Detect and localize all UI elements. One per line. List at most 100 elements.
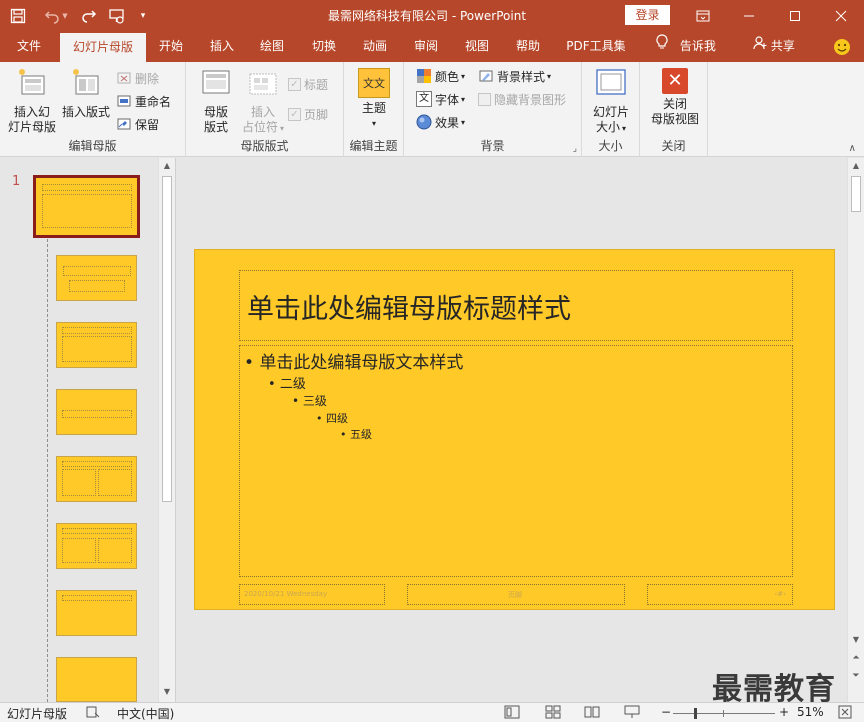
- bullet-level-2: • 二级: [268, 377, 306, 392]
- theme-icon: 文文: [358, 68, 390, 98]
- ribbon-display-options-button[interactable]: [680, 0, 726, 31]
- save-button[interactable]: [0, 0, 36, 31]
- thumb-scroll-up-icon[interactable]: ▲: [159, 158, 175, 174]
- normal-view-button[interactable]: [504, 705, 520, 722]
- start-from-beginning-button[interactable]: [102, 0, 132, 31]
- zoom-slider-thumb[interactable]: [694, 708, 697, 719]
- slide-sorter-button[interactable]: [545, 705, 561, 722]
- slide-number-placeholder[interactable]: ‹#›: [647, 584, 793, 605]
- zoom-out-button[interactable]: −: [661, 705, 671, 719]
- insert-slide-master-button[interactable]: 插入幻 灯片母版: [6, 68, 58, 135]
- preserve-label: 保留: [135, 117, 160, 132]
- reading-view-icon: [584, 706, 600, 718]
- colors-palette-icon: [417, 69, 431, 83]
- previous-slide-icon[interactable]: ⏶: [848, 650, 864, 666]
- date-placeholder[interactable]: 2020/10/21 Wednesday: [239, 584, 385, 605]
- hide-background-graphics-checkbox[interactable]: 隐藏背景图形: [478, 89, 566, 109]
- undo-dropdown-icon[interactable]: ▼: [62, 12, 67, 20]
- group-label-background: 背景: [480, 139, 505, 153]
- slide-size-label: 幻灯片 大小 ▾: [592, 105, 629, 134]
- editor-scrollbar[interactable]: ▲ ▼ ⏶ ⏷: [847, 158, 864, 702]
- customize-qat-icon: ▾: [140, 10, 146, 21]
- zoom-slider[interactable]: [673, 708, 775, 719]
- insert-layout-button[interactable]: 插入版式: [60, 68, 112, 120]
- login-button[interactable]: 登录: [625, 5, 670, 25]
- share-person-icon: [753, 31, 767, 62]
- thumb-scroll-down-icon[interactable]: ▼: [159, 684, 175, 700]
- editor-scroll-handle[interactable]: [851, 176, 861, 212]
- editor-scroll-down-icon[interactable]: ▼: [848, 632, 864, 648]
- undo-button[interactable]: ▼: [36, 0, 76, 31]
- tab-draw[interactable]: 绘图: [251, 31, 293, 62]
- feedback-button[interactable]: [830, 31, 854, 62]
- accessibility-icon[interactable]: [86, 705, 100, 722]
- status-language[interactable]: 中文(中国): [117, 705, 174, 722]
- close-button[interactable]: [818, 0, 864, 31]
- delete-button[interactable]: 删除: [116, 68, 159, 88]
- tab-help[interactable]: 帮助: [507, 31, 549, 62]
- thumb-scroll-handle[interactable]: [162, 176, 172, 502]
- group-label-edit-master: 编辑母版: [68, 139, 117, 153]
- rename-button[interactable]: 重命名: [116, 91, 171, 111]
- thumbnail-scrollbar[interactable]: ▲ ▼: [158, 158, 175, 702]
- background-styles-button[interactable]: 背景样式 ▾: [478, 66, 551, 86]
- layout-thumbnail-3[interactable]: [56, 389, 137, 435]
- slide-master-canvas[interactable]: 单击此处编辑母版标题样式 • 单击此处编辑母版文本样式 • 二级 • 三级 • …: [194, 249, 835, 610]
- tab-pdf-tools[interactable]: PDF工具集: [560, 31, 632, 62]
- tab-file[interactable]: 文件: [8, 31, 50, 62]
- tab-review[interactable]: 审阅: [405, 31, 447, 62]
- layout-thumbnail-7[interactable]: [56, 657, 137, 702]
- body-placeholder[interactable]: • 单击此处编辑母版文本样式 • 二级 • 三级 • 四级 • 五级: [239, 345, 793, 577]
- footer-checkbox[interactable]: ✓ 页脚: [288, 104, 328, 124]
- master-layout-button[interactable]: 母版 版式: [194, 68, 238, 135]
- redo-button[interactable]: [76, 0, 102, 31]
- insert-placeholder-button[interactable]: 插入 占位符 ▾: [238, 68, 288, 136]
- group-edit-theme: 文文 主题 ▾ 编辑主题: [344, 62, 404, 157]
- slideshow-view-button[interactable]: [624, 705, 640, 722]
- maximize-button[interactable]: [772, 0, 818, 31]
- effects-button[interactable]: 效果 ▾: [416, 112, 465, 132]
- group-size: 幻灯片 大小 ▾ 大小: [582, 62, 640, 157]
- redo-icon: [82, 9, 97, 23]
- tell-me-search[interactable]: 告诉我: [650, 31, 722, 62]
- layout-thumbnail-5[interactable]: [56, 523, 137, 569]
- colors-button[interactable]: 颜色 ▾: [416, 66, 465, 86]
- layout-thumbnail-4[interactable]: [56, 456, 137, 502]
- tab-home[interactable]: 开始: [150, 31, 192, 62]
- fonts-button[interactable]: 文 字体 ▾: [416, 89, 465, 109]
- window-title: 最需网络科技有限公司 - PowerPoint: [328, 9, 527, 23]
- share-button[interactable]: 共享: [748, 31, 800, 62]
- layout-thumbnail-2[interactable]: [56, 322, 137, 368]
- group-label-size: 大小: [598, 139, 623, 153]
- fit-slide-button[interactable]: [838, 705, 852, 722]
- layout-thumbnail-6[interactable]: [56, 590, 137, 636]
- group-label-close: 关闭: [661, 139, 686, 153]
- footer-placeholder[interactable]: 页脚: [407, 584, 625, 605]
- format-background-launcher-icon[interactable]: ⌟: [573, 144, 577, 154]
- layout-thumbnail-1[interactable]: [56, 255, 137, 301]
- zoom-level[interactable]: 51%: [797, 705, 824, 719]
- master-thumbnail[interactable]: [33, 175, 140, 238]
- insert-layout-label: 插入版式: [61, 105, 110, 119]
- preserve-button[interactable]: 保留: [116, 114, 159, 134]
- close-master-view-button[interactable]: ✕ 关闭 母版视图: [646, 68, 704, 127]
- collapse-ribbon-icon[interactable]: ∧: [849, 143, 856, 154]
- bullet-level-3: • 三级: [292, 394, 327, 408]
- title-checkbox[interactable]: ✓ 标题: [288, 74, 328, 94]
- smiley-icon: [834, 38, 850, 55]
- tab-animations[interactable]: 动画: [354, 31, 396, 62]
- editor-scroll-up-icon[interactable]: ▲: [848, 158, 864, 174]
- tab-insert[interactable]: 插入: [201, 31, 243, 62]
- minimize-button[interactable]: [726, 0, 772, 31]
- tab-view[interactable]: 视图: [456, 31, 498, 62]
- slide-size-button[interactable]: 幻灯片 大小 ▾: [586, 68, 636, 136]
- customize-qat-button[interactable]: ▾: [132, 0, 154, 31]
- bullet-level-5: • 五级: [340, 428, 372, 441]
- tab-transitions[interactable]: 切换: [303, 31, 345, 62]
- next-slide-icon[interactable]: ⏷: [848, 668, 864, 684]
- title-placeholder[interactable]: 单击此处编辑母版标题样式: [239, 270, 793, 341]
- tab-slide-master[interactable]: 幻灯片母版: [60, 33, 146, 62]
- reading-view-button[interactable]: [584, 705, 600, 722]
- themes-button[interactable]: 文文 主题 ▾: [352, 68, 396, 131]
- zoom-in-button[interactable]: +: [779, 705, 789, 719]
